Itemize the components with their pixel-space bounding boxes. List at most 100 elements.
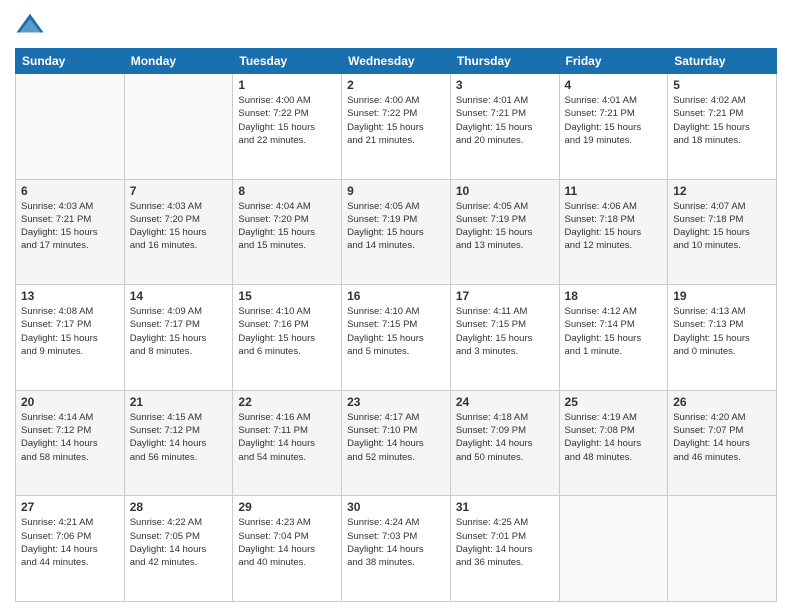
day-info-line: Sunset: 7:19 PM [456, 213, 554, 226]
day-info-line: Daylight: 15 hours [673, 226, 771, 239]
day-info-line: Daylight: 15 hours [238, 332, 336, 345]
day-info-line: Sunrise: 4:21 AM [21, 516, 119, 529]
calendar-cell: 4Sunrise: 4:01 AMSunset: 7:21 PMDaylight… [559, 74, 668, 180]
day-number: 11 [565, 184, 663, 198]
calendar-cell: 11Sunrise: 4:06 AMSunset: 7:18 PMDayligh… [559, 179, 668, 285]
day-info-line: Sunset: 7:15 PM [456, 318, 554, 331]
calendar-cell: 30Sunrise: 4:24 AMSunset: 7:03 PMDayligh… [342, 496, 451, 602]
day-info-line: Sunrise: 4:01 AM [456, 94, 554, 107]
day-info-line: Sunset: 7:12 PM [130, 424, 228, 437]
day-info-line: Sunrise: 4:07 AM [673, 200, 771, 213]
day-info-line: Daylight: 14 hours [456, 437, 554, 450]
day-info-line: Sunrise: 4:23 AM [238, 516, 336, 529]
day-info-line: and 42 minutes. [130, 556, 228, 569]
col-thursday: Thursday [450, 49, 559, 74]
day-info-line: Sunrise: 4:06 AM [565, 200, 663, 213]
day-number: 8 [238, 184, 336, 198]
day-info-line: Daylight: 15 hours [456, 332, 554, 345]
day-info-line: Daylight: 14 hours [347, 437, 445, 450]
day-info-line: Daylight: 15 hours [565, 332, 663, 345]
day-info-line: Daylight: 15 hours [456, 226, 554, 239]
calendar-cell: 16Sunrise: 4:10 AMSunset: 7:15 PMDayligh… [342, 285, 451, 391]
calendar-week-row: 20Sunrise: 4:14 AMSunset: 7:12 PMDayligh… [16, 390, 777, 496]
calendar-cell: 19Sunrise: 4:13 AMSunset: 7:13 PMDayligh… [668, 285, 777, 391]
day-number: 24 [456, 395, 554, 409]
day-info-line: and 22 minutes. [238, 134, 336, 147]
day-info-line: Sunset: 7:22 PM [347, 107, 445, 120]
calendar-cell: 8Sunrise: 4:04 AMSunset: 7:20 PMDaylight… [233, 179, 342, 285]
day-info-line: Daylight: 14 hours [673, 437, 771, 450]
col-wednesday: Wednesday [342, 49, 451, 74]
day-number: 14 [130, 289, 228, 303]
day-info-line: Sunrise: 4:19 AM [565, 411, 663, 424]
day-info-line: Daylight: 15 hours [673, 332, 771, 345]
day-info-line: and 21 minutes. [347, 134, 445, 147]
day-info-line: Sunrise: 4:25 AM [456, 516, 554, 529]
day-number: 16 [347, 289, 445, 303]
day-number: 12 [673, 184, 771, 198]
day-info-line: Daylight: 15 hours [238, 226, 336, 239]
day-info-line: Sunset: 7:01 PM [456, 530, 554, 543]
col-saturday: Saturday [668, 49, 777, 74]
calendar-table: Sunday Monday Tuesday Wednesday Thursday… [15, 48, 777, 602]
day-info-line: Daylight: 15 hours [21, 332, 119, 345]
calendar-cell: 28Sunrise: 4:22 AMSunset: 7:05 PMDayligh… [124, 496, 233, 602]
day-info-line: Daylight: 14 hours [238, 437, 336, 450]
day-info-line: Sunset: 7:14 PM [565, 318, 663, 331]
day-info-line: Daylight: 14 hours [456, 543, 554, 556]
day-info-line: and 20 minutes. [456, 134, 554, 147]
day-info-line: and 19 minutes. [565, 134, 663, 147]
day-info-line: Sunrise: 4:11 AM [456, 305, 554, 318]
calendar-week-row: 13Sunrise: 4:08 AMSunset: 7:17 PMDayligh… [16, 285, 777, 391]
day-info-line: and 14 minutes. [347, 239, 445, 252]
day-info-line: and 18 minutes. [673, 134, 771, 147]
calendar-cell: 27Sunrise: 4:21 AMSunset: 7:06 PMDayligh… [16, 496, 125, 602]
calendar-cell [16, 74, 125, 180]
day-info-line: Sunrise: 4:24 AM [347, 516, 445, 529]
day-info-line: Sunrise: 4:16 AM [238, 411, 336, 424]
calendar-cell: 13Sunrise: 4:08 AMSunset: 7:17 PMDayligh… [16, 285, 125, 391]
col-tuesday: Tuesday [233, 49, 342, 74]
calendar-cell: 22Sunrise: 4:16 AMSunset: 7:11 PMDayligh… [233, 390, 342, 496]
calendar-cell: 10Sunrise: 4:05 AMSunset: 7:19 PMDayligh… [450, 179, 559, 285]
logo [15, 10, 49, 40]
day-info-line: Daylight: 14 hours [130, 543, 228, 556]
day-info-line: Sunset: 7:05 PM [130, 530, 228, 543]
day-info-line: Daylight: 15 hours [565, 226, 663, 239]
day-info-line: Sunrise: 4:03 AM [21, 200, 119, 213]
day-info-line: and 1 minute. [565, 345, 663, 358]
day-info-line: and 5 minutes. [347, 345, 445, 358]
day-info-line: and 40 minutes. [238, 556, 336, 569]
day-info-line: Sunset: 7:15 PM [347, 318, 445, 331]
day-info-line: Daylight: 14 hours [565, 437, 663, 450]
calendar-cell: 14Sunrise: 4:09 AMSunset: 7:17 PMDayligh… [124, 285, 233, 391]
day-info-line: Sunset: 7:20 PM [238, 213, 336, 226]
day-info-line: and 36 minutes. [456, 556, 554, 569]
day-info-line: Sunset: 7:04 PM [238, 530, 336, 543]
day-info-line: Sunset: 7:21 PM [673, 107, 771, 120]
day-info-line: Sunset: 7:10 PM [347, 424, 445, 437]
day-info-line: Sunrise: 4:10 AM [347, 305, 445, 318]
day-info-line: Daylight: 15 hours [456, 121, 554, 134]
day-info-line: Sunset: 7:08 PM [565, 424, 663, 437]
day-info-line: Sunrise: 4:02 AM [673, 94, 771, 107]
day-number: 6 [21, 184, 119, 198]
day-info-line: and 56 minutes. [130, 451, 228, 464]
day-info-line: Sunrise: 4:01 AM [565, 94, 663, 107]
calendar-cell: 9Sunrise: 4:05 AMSunset: 7:19 PMDaylight… [342, 179, 451, 285]
day-number: 4 [565, 78, 663, 92]
calendar-cell: 1Sunrise: 4:00 AMSunset: 7:22 PMDaylight… [233, 74, 342, 180]
day-number: 27 [21, 500, 119, 514]
day-number: 3 [456, 78, 554, 92]
day-info-line: Daylight: 15 hours [21, 226, 119, 239]
day-info-line: Sunset: 7:12 PM [21, 424, 119, 437]
day-number: 19 [673, 289, 771, 303]
day-info-line: and 50 minutes. [456, 451, 554, 464]
day-info-line: Sunset: 7:07 PM [673, 424, 771, 437]
day-info-line: Sunrise: 4:20 AM [673, 411, 771, 424]
calendar-cell: 29Sunrise: 4:23 AMSunset: 7:04 PMDayligh… [233, 496, 342, 602]
day-number: 25 [565, 395, 663, 409]
day-number: 15 [238, 289, 336, 303]
calendar-cell: 26Sunrise: 4:20 AMSunset: 7:07 PMDayligh… [668, 390, 777, 496]
day-info-line: Sunset: 7:09 PM [456, 424, 554, 437]
